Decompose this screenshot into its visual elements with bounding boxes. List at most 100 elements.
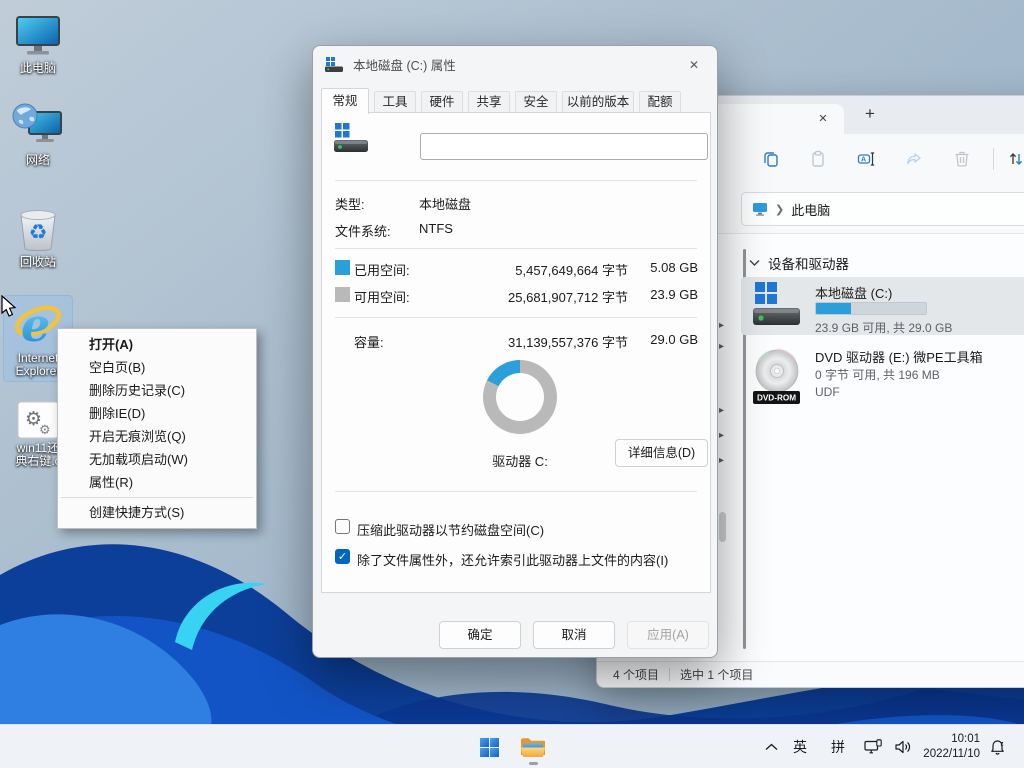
toolbar-separator <box>993 148 994 170</box>
delete-button[interactable] <box>945 142 979 176</box>
menu-item-delete-history[interactable]: 删除历史记录(C) <box>60 379 254 402</box>
icon-label: InternetExplorer <box>16 352 61 378</box>
tab-sharing[interactable]: 共享 <box>468 91 510 113</box>
desktop-icon-network[interactable]: 网络 <box>4 100 72 170</box>
divider <box>335 317 697 318</box>
tab-quota[interactable]: 配额 <box>639 91 681 113</box>
menu-item-create-shortcut[interactable]: 创建快捷方式(S) <box>60 501 254 524</box>
explorer-tab[interactable]: ✕ <box>697 104 844 134</box>
tree-expand-icon[interactable]: ▸ <box>719 456 724 466</box>
start-button[interactable] <box>470 728 508 766</box>
tree-expand-icon[interactable]: ▸ <box>719 406 724 416</box>
chevron-down-icon <box>749 259 760 267</box>
ok-button[interactable]: 确定 <box>439 621 521 649</box>
ime-mode-button[interactable]: 拼 <box>824 725 852 768</box>
desktop: 此电脑 网络 ♻ 回收站 e InternetExpl <box>0 0 1024 768</box>
breadcrumb-chevron-icon: ❯ <box>775 203 784 216</box>
apply-button[interactable]: 应用(A) <box>627 621 709 649</box>
used-space-row: 已用空间: 5,457,649,664 字节 5.08 GB <box>322 260 710 276</box>
free-space-row: 可用空间: 25,681,907,712 字节 23.9 GB <box>322 287 710 303</box>
type-row: 类型:本地磁盘 <box>322 194 710 210</box>
share-icon <box>905 150 923 168</box>
svg-text:e: e <box>21 299 50 349</box>
drive-free-info: 23.9 GB 可用, 共 29.0 GB <box>815 319 952 336</box>
desktop-icon-this-pc[interactable]: 此电脑 <box>4 12 72 78</box>
folder-icon <box>520 736 546 759</box>
copy-button[interactable] <box>754 142 788 176</box>
trash-icon <box>953 150 971 168</box>
copy-icon <box>762 150 780 168</box>
icon-label: win11还典右键.c <box>15 442 60 468</box>
address-bar[interactable]: ❯ 此电脑 <box>741 192 1024 226</box>
windows-logo-icon <box>480 738 499 757</box>
menu-item-blank-page[interactable]: 空白页(B) <box>60 356 254 379</box>
dvd-drive-item[interactable]: DVD-ROM DVD 驱动器 (E:) 微PE工具箱 0 字节 可用, 共 1… <box>741 343 1024 409</box>
drive-name: DVD 驱动器 (E:) 微PE工具箱 <box>815 347 983 366</box>
dialog-title: 本地磁盘 (C:) 属性 <box>353 55 456 74</box>
network-icon <box>12 103 64 151</box>
index-checkbox-label[interactable]: 除了文件属性外，还允许索引此驱动器上文件的内容(I) <box>357 550 668 569</box>
menu-item-open[interactable]: 打开(A) <box>60 333 254 356</box>
sort-button[interactable] <box>999 142 1024 176</box>
network-tray-button[interactable] <box>858 728 888 766</box>
index-checkbox[interactable]: ✓ <box>335 549 350 564</box>
this-pc-small-icon <box>752 202 768 216</box>
dialog-close-button[interactable]: ✕ <box>685 56 703 74</box>
dialog-disk-icon <box>325 57 344 72</box>
tab-close-icon[interactable]: ✕ <box>815 111 831 127</box>
menu-item-inprivate[interactable]: 开启无痕浏览(Q) <box>60 425 254 448</box>
menu-item-no-addons[interactable]: 无加载项启动(W) <box>60 448 254 471</box>
tab-general[interactable]: 常规 <box>321 88 369 114</box>
explorer-status-bar: 4 个项目 选中 1 个项目 <box>597 661 1024 687</box>
tab-previous-versions[interactable]: 以前的版本 <box>562 91 634 113</box>
capacity-row: 容量: 31,139,557,376 字节 29.0 GB <box>322 332 710 348</box>
volume-label-input[interactable] <box>420 133 708 160</box>
share-button[interactable] <box>897 142 931 176</box>
disk-usage-donut-chart <box>483 360 557 434</box>
dialog-title-bar[interactable]: 本地磁盘 (C:) 属性 <box>313 46 717 82</box>
divider <box>335 248 697 249</box>
cancel-button[interactable]: 取消 <box>533 621 615 649</box>
network-icon <box>864 739 883 756</box>
section-devices-and-drives[interactable]: 设备和驱动器 <box>749 253 849 273</box>
free-space-swatch <box>335 287 350 302</box>
svg-text:A: A <box>861 157 866 164</box>
tree-expand-icon[interactable]: ▸ <box>719 431 724 441</box>
tray-overflow-button[interactable] <box>758 728 784 766</box>
notification-bell-button[interactable]: z <box>980 728 1014 766</box>
paste-button[interactable] <box>801 142 835 176</box>
general-tab-page: 类型:本地磁盘 文件系统:NTFS 已用空间: 5,457,649,664 字节… <box>321 112 711 593</box>
icon-label: 回收站 <box>20 256 56 269</box>
filesystem-row: 文件系统:NTFS <box>322 221 710 237</box>
breadcrumb[interactable]: 此电脑 <box>791 200 830 219</box>
tab-tools[interactable]: 工具 <box>374 91 416 113</box>
taskbar-clock[interactable]: 10:01 2022/11/10 <box>910 732 980 762</box>
menu-item-delete-ie[interactable]: 删除IE(D) <box>60 402 254 425</box>
compress-checkbox-label[interactable]: 压缩此驱动器以节约磁盘空间(C) <box>357 520 544 539</box>
drive-name: 本地磁盘 (C:) <box>815 283 892 302</box>
drive-letter-label: 驱动器 C: <box>464 451 576 470</box>
desktop-icon-recycle-bin[interactable]: ♻ 回收站 <box>4 202 72 272</box>
tab-hardware[interactable]: 硬件 <box>421 91 463 113</box>
svg-text:DVD-ROM: DVD-ROM <box>757 394 796 403</box>
tree-expand-icon[interactable]: ▸ <box>719 321 724 331</box>
drive-c-item[interactable]: 本地磁盘 (C:) 23.9 GB 可用, 共 29.0 GB <box>741 277 1024 335</box>
tree-expand-icon[interactable]: ▸ <box>719 342 724 352</box>
ie-context-menu: 打开(A) 空白页(B) 删除历史记录(C) 删除IE(D) 开启无痕浏览(Q)… <box>57 328 257 529</box>
svg-text:⚙: ⚙ <box>39 422 51 437</box>
rename-icon: A <box>857 150 876 168</box>
nav-scrollbar-thumb[interactable] <box>719 512 726 542</box>
time: 10:01 <box>910 732 980 747</box>
menu-item-properties[interactable]: 属性(R) <box>60 471 254 494</box>
tab-security[interactable]: 安全 <box>515 91 557 113</box>
file-explorer-taskbar-button[interactable] <box>514 728 552 766</box>
details-button[interactable]: 详细信息(D) <box>615 439 708 467</box>
taskbar: 英 拼 10:01 2022/11/10 z <box>0 724 1024 768</box>
rename-button[interactable]: A <box>849 142 883 176</box>
ime-language-button[interactable]: 英 <box>786 725 814 768</box>
sort-icon <box>1007 150 1024 168</box>
icon-label: 此电脑 <box>20 62 56 75</box>
compress-checkbox[interactable] <box>335 519 350 534</box>
disk-properties-dialog: 本地磁盘 (C:) 属性 ✕ 常规 工具 硬件 共享 安全 以前的版本 配额 类… <box>312 45 718 658</box>
new-tab-button[interactable]: + <box>859 102 881 126</box>
